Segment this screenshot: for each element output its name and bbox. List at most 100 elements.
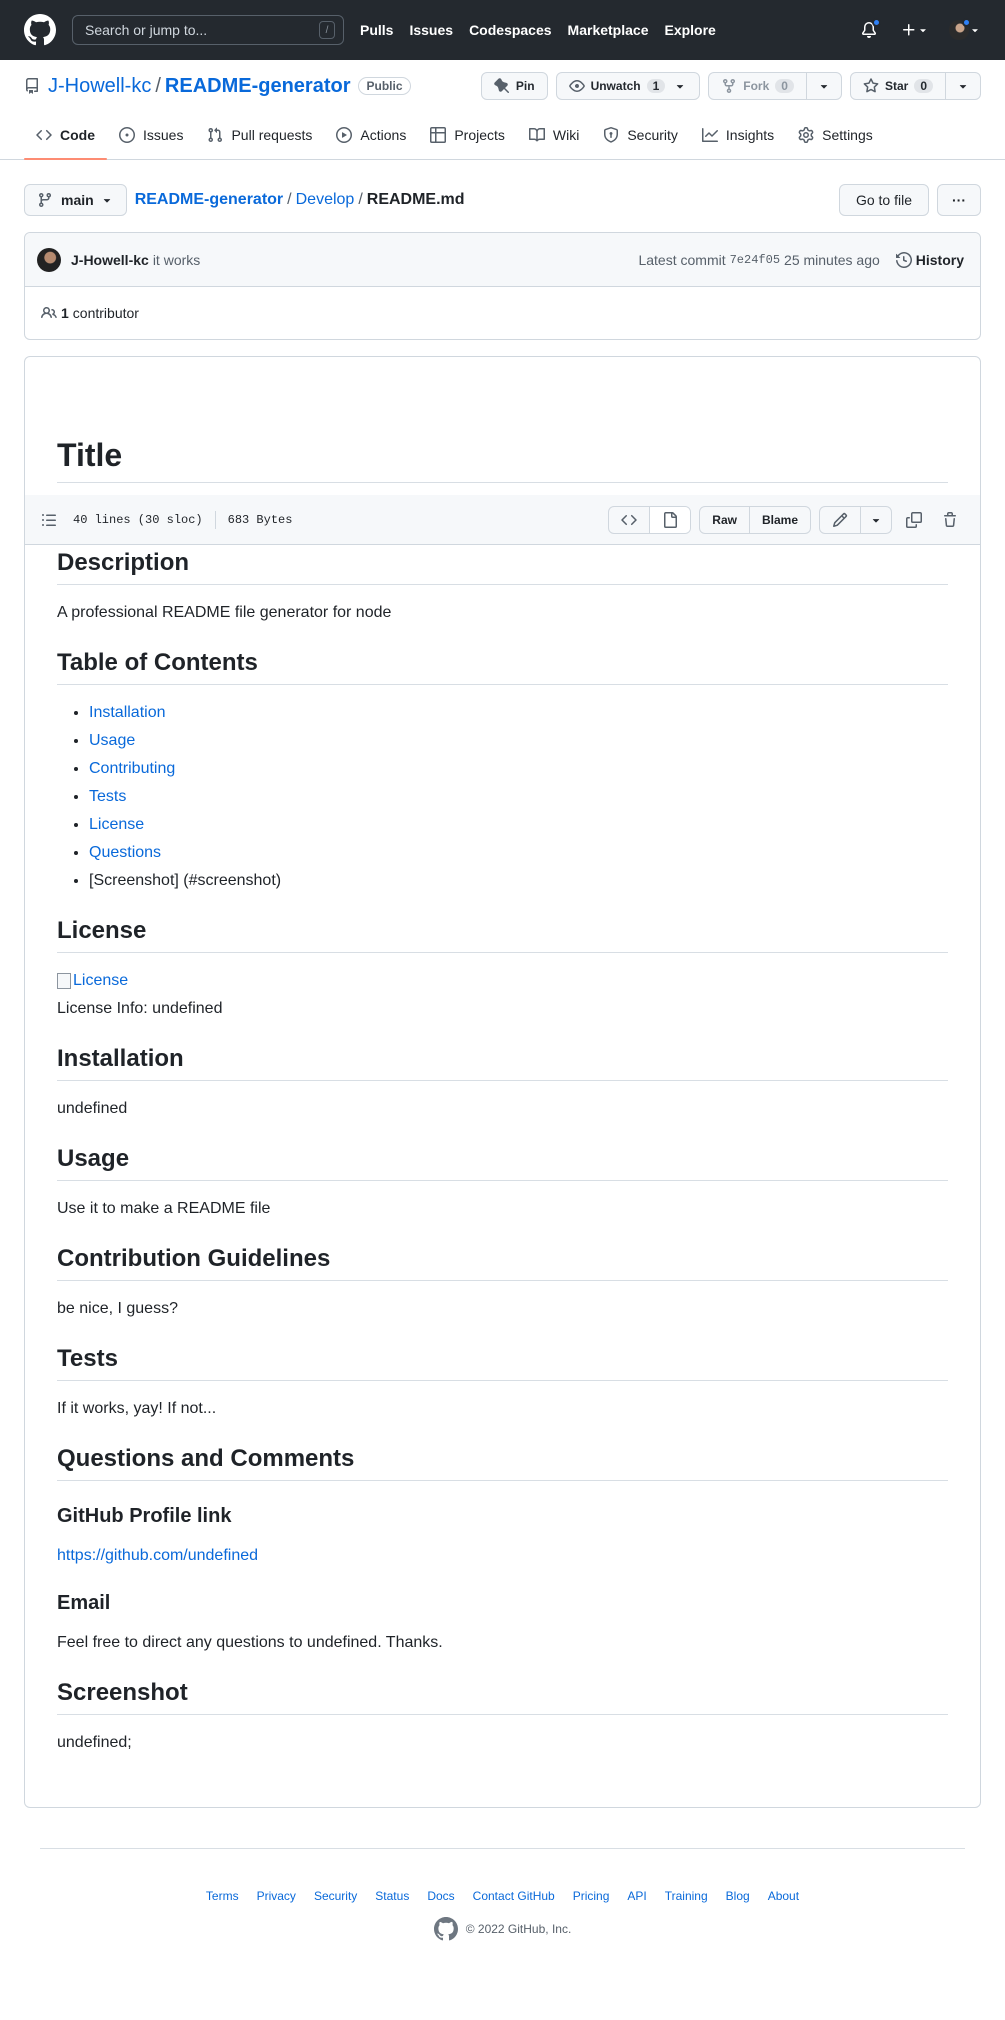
plus-icon	[903, 24, 915, 36]
toc-link-contributing[interactable]: Contributing	[89, 760, 175, 777]
toc-link-installation[interactable]: Installation	[89, 704, 166, 721]
github-logo-icon[interactable]	[24, 14, 56, 46]
pin-button[interactable]: Pin	[480, 72, 548, 100]
tab-issues[interactable]: Issues	[107, 111, 195, 159]
caret-down-icon	[103, 199, 110, 203]
unwatch-button[interactable]: Unwatch 1	[555, 72, 701, 100]
global-nav-codespaces[interactable]: Codespaces	[469, 22, 551, 38]
caret-down-icon	[959, 85, 967, 89]
global-nav-pulls[interactable]: Pulls	[360, 22, 393, 38]
star-dropdown[interactable]	[945, 73, 980, 99]
global-nav-marketplace[interactable]: Marketplace	[568, 22, 649, 38]
footer-link-security[interactable]: Security	[314, 1889, 357, 1903]
contributors-row[interactable]: 1 contributor	[25, 287, 980, 339]
repo-separator: /	[155, 74, 161, 97]
create-new-button[interactable]	[901, 22, 929, 38]
breadcrumb-repo-link[interactable]: README-generator	[135, 191, 283, 209]
code-icon	[621, 514, 638, 525]
copy-button[interactable]	[900, 506, 928, 534]
more-options-button[interactable]: ···	[937, 184, 981, 216]
watch-count: 1	[646, 79, 666, 93]
commit-meta: Latest commit 7e24f05 25 minutes ago His…	[638, 252, 964, 268]
file-toolbar-actions: Raw Blame	[608, 505, 964, 534]
footer-link-training[interactable]: Training	[665, 1889, 708, 1903]
tab-security[interactable]: Security	[591, 111, 690, 159]
commit-author-link[interactable]: J-Howell-kc	[71, 252, 149, 268]
file-nav-actions: Go to file ···	[838, 184, 981, 216]
caret-down-icon	[972, 29, 978, 33]
list-item: Contributing	[89, 757, 948, 781]
breadcrumb-file: README.md	[366, 191, 465, 208]
star-button[interactable]: Star 0	[849, 72, 981, 100]
tab-insights[interactable]: Insights	[690, 111, 786, 159]
contribution-text: be nice, I guess?	[57, 1300, 178, 1317]
unwatch-label: Unwatch	[590, 79, 641, 93]
toc-link-usage[interactable]: Usage	[89, 732, 135, 749]
profile-link[interactable]: https://github.com/undefined	[57, 1547, 258, 1564]
toc-link-license[interactable]: License	[89, 816, 144, 833]
tab-code[interactable]: Code	[24, 111, 107, 160]
fork-count: 0	[775, 79, 794, 93]
branch-name: main	[61, 192, 94, 208]
repo-owner-link[interactable]: J-Howell-kc	[48, 75, 151, 98]
footer-link-terms[interactable]: Terms	[206, 1889, 239, 1903]
license-badge-link[interactable]: License	[57, 969, 128, 993]
history-link[interactable]: History	[895, 251, 964, 268]
commit-message-link[interactable]: it works	[153, 252, 200, 268]
footer-link-blog[interactable]: Blog	[726, 1889, 750, 1903]
repo-name-link[interactable]: README-generator	[165, 75, 351, 98]
tab-pull-requests[interactable]: Pull requests	[195, 111, 324, 159]
commit-row: J-Howell-kc it works Latest commit 7e24f…	[25, 233, 980, 287]
raw-blame-group: Raw Blame	[699, 505, 811, 534]
breadcrumb-dir-link[interactable]: Develop	[296, 191, 355, 209]
caret-down-icon	[820, 85, 828, 89]
repo-nav: Code Issues Pull requests Actions Projec…	[0, 112, 1005, 160]
history-label: History	[915, 251, 964, 268]
tab-label: Code	[60, 127, 95, 143]
description-text: A professional README file generator for…	[57, 604, 392, 621]
tab-settings[interactable]: Settings	[786, 111, 885, 159]
footer-link-pricing[interactable]: Pricing	[573, 1889, 610, 1903]
branch-select-button[interactable]: main	[24, 184, 127, 216]
footer-link-status[interactable]: Status	[375, 1889, 409, 1903]
notifications-button[interactable]	[861, 18, 881, 38]
edit-file-button[interactable]	[820, 507, 860, 533]
fork-dropdown[interactable]	[805, 73, 841, 99]
toc-link-questions[interactable]: Questions	[89, 844, 161, 861]
fork-button[interactable]: Fork 0	[708, 72, 842, 100]
footer-link-privacy[interactable]: Privacy	[257, 1889, 296, 1903]
github-logo-icon[interactable]	[433, 1917, 458, 1941]
shield-icon	[604, 127, 619, 143]
table-of-contents-button[interactable]	[41, 512, 57, 528]
avatar[interactable]	[37, 247, 61, 272]
global-nav-explore[interactable]: Explore	[664, 22, 715, 38]
rendered-view-button[interactable]	[649, 506, 691, 533]
footer-link-about[interactable]: About	[768, 1889, 799, 1903]
go-to-file-button[interactable]: Go to file	[838, 184, 929, 216]
blame-button[interactable]: Blame	[748, 506, 810, 533]
source-view-button[interactable]	[609, 507, 649, 533]
footer-link-docs[interactable]: Docs	[427, 1889, 454, 1903]
tab-actions[interactable]: Actions	[324, 111, 418, 159]
pull-request-icon	[208, 127, 223, 143]
raw-button[interactable]: Raw	[700, 507, 749, 533]
list-item: Usage	[89, 729, 948, 753]
tab-projects[interactable]: Projects	[418, 111, 517, 159]
edit-dropdown-button[interactable]	[860, 506, 891, 533]
global-nav-issues[interactable]: Issues	[409, 22, 453, 38]
table-icon	[430, 127, 447, 143]
commit-sha-link[interactable]: 7e24f05	[730, 253, 780, 267]
readme-container: Title 40 lines (30 sloc) 683 Bytes Raw B…	[24, 356, 981, 1808]
footer-link-api[interactable]: API	[627, 1889, 646, 1903]
search-input[interactable]: Search or jump to... /	[72, 15, 344, 45]
tab-wiki[interactable]: Wiki	[517, 111, 591, 159]
email-text: Feel free to direct any questions to und…	[57, 1634, 443, 1651]
toc-link-tests[interactable]: Tests	[89, 788, 126, 805]
user-menu-button[interactable]	[949, 18, 981, 40]
list-item: Installation	[89, 701, 948, 725]
list-item: Tests	[89, 785, 948, 809]
tab-label: Wiki	[552, 127, 580, 143]
delete-button[interactable]	[936, 506, 964, 534]
footer-link-contact[interactable]: Contact GitHub	[473, 1889, 555, 1903]
heading-screenshot: Screenshot	[57, 1679, 948, 1715]
